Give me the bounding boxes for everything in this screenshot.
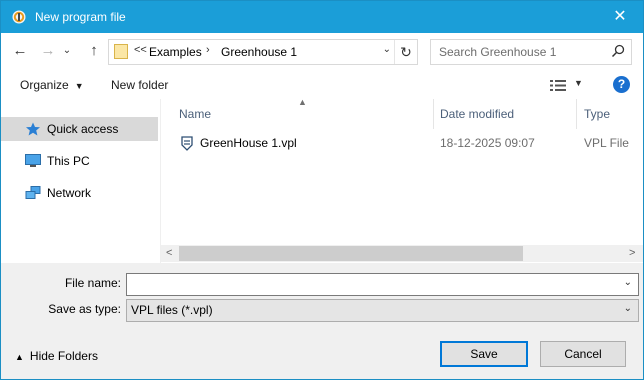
refresh-button[interactable]: ↻	[394, 40, 417, 64]
address-bar[interactable]: << Examples › Greenhouse 1 ⌄ ↻	[108, 39, 418, 65]
star-icon	[26, 122, 40, 136]
caret-down-icon: ▼	[74, 81, 84, 91]
sidebar-item-this-pc[interactable]: This PC	[1, 149, 158, 173]
view-options-caret-icon[interactable]: ▼	[574, 78, 583, 88]
chevron-down-icon[interactable]: ⌄	[624, 303, 632, 314]
file-list: ▲ Name Date modified Type GreenHouse 1.v…	[161, 97, 643, 263]
search-icon	[611, 44, 625, 58]
save-button[interactable]: Save	[440, 341, 528, 367]
up-button[interactable]: ↑	[84, 41, 104, 61]
hide-folders-button[interactable]: ▲ Hide Folders	[15, 349, 98, 363]
column-header-type[interactable]: Type	[584, 107, 610, 121]
chevron-down-icon[interactable]: ⌄	[383, 44, 391, 55]
cancel-button[interactable]: Cancel	[540, 341, 626, 367]
folder-icon	[114, 44, 128, 59]
search-box[interactable]: Search Greenhouse 1	[430, 39, 632, 65]
help-button[interactable]: ?	[613, 76, 630, 93]
search-placeholder: Search Greenhouse 1	[439, 45, 557, 59]
back-button[interactable]: ←	[10, 41, 30, 61]
sidebar-item-label: Network	[47, 186, 92, 200]
vpl-file-icon	[181, 136, 193, 151]
window-title: New program file	[35, 10, 126, 24]
navigation-pane: Quick access This PC Network	[1, 99, 161, 263]
organize-label: Organize	[20, 78, 69, 92]
chevron-down-icon[interactable]: ⌄	[624, 277, 632, 288]
column-header-date-modified[interactable]: Date modified	[440, 107, 514, 121]
network-icon	[25, 186, 41, 199]
hide-folders-label: Hide Folders	[29, 349, 98, 363]
file-type: VPL File	[584, 136, 629, 150]
file-date-modified: 18-12-2025 09:07	[440, 136, 535, 150]
forward-button[interactable]: →	[38, 41, 58, 61]
sidebar-item-quick-access[interactable]: Quick access	[1, 117, 158, 141]
chevron-up-icon: ▲	[15, 352, 24, 362]
computer-icon	[25, 154, 41, 167]
breadcrumb-greenhouse[interactable]: Greenhouse 1	[221, 45, 297, 59]
column-divider[interactable]	[433, 99, 434, 129]
sidebar-item-label: Quick access	[47, 122, 119, 136]
recent-locations-button[interactable]: ⌄	[60, 41, 74, 61]
scroll-left-icon[interactable]: <	[166, 247, 172, 259]
file-name-field[interactable]: ⌄	[126, 273, 639, 296]
sidebar-item-label: This PC	[47, 154, 90, 168]
column-header-name[interactable]: Name	[179, 107, 211, 121]
scroll-right-icon[interactable]: >	[629, 247, 635, 259]
table-row[interactable]: GreenHouse 1.vpl 18-12-2025 09:07 VPL Fi…	[175, 133, 641, 155]
navigation-bar: ← → ⌄ ↑ << Examples › Greenhouse 1 ⌄ ↻ S…	[1, 33, 643, 71]
dialog-footer: File name: ⌄ Save as type: VPL files (*.…	[1, 263, 643, 379]
close-button[interactable]: ✕	[597, 1, 643, 33]
breadcrumb-overflow[interactable]: <<	[134, 44, 147, 56]
breadcrumb-examples[interactable]: Examples	[149, 45, 202, 59]
sidebar-item-network[interactable]: Network	[1, 181, 158, 205]
view-options-icon[interactable]	[550, 79, 566, 92]
title-bar: New program file ✕	[1, 1, 643, 33]
sort-ascending-icon: ▲	[298, 97, 307, 107]
organize-button[interactable]: Organize ▼	[20, 78, 84, 92]
column-divider[interactable]	[576, 99, 577, 129]
scrollbar-thumb[interactable]	[179, 246, 523, 261]
command-bar: Organize ▼ New folder ▼ ?	[1, 71, 643, 99]
new-folder-button[interactable]: New folder	[111, 78, 168, 92]
save-dialog: New program file ✕ ← → ⌄ ↑ << Examples ›…	[0, 0, 644, 380]
save-as-type-select[interactable]: VPL files (*.vpl) ⌄	[126, 299, 639, 322]
file-name: GreenHouse 1.vpl	[200, 136, 297, 150]
file-name-label: File name:	[64, 276, 121, 290]
save-as-type-value: VPL files (*.vpl)	[131, 303, 213, 317]
app-icon	[12, 10, 26, 24]
save-as-type-label: Save as type:	[48, 302, 121, 316]
horizontal-scrollbar[interactable]: < >	[161, 245, 643, 262]
chevron-right-icon: ›	[206, 44, 210, 56]
